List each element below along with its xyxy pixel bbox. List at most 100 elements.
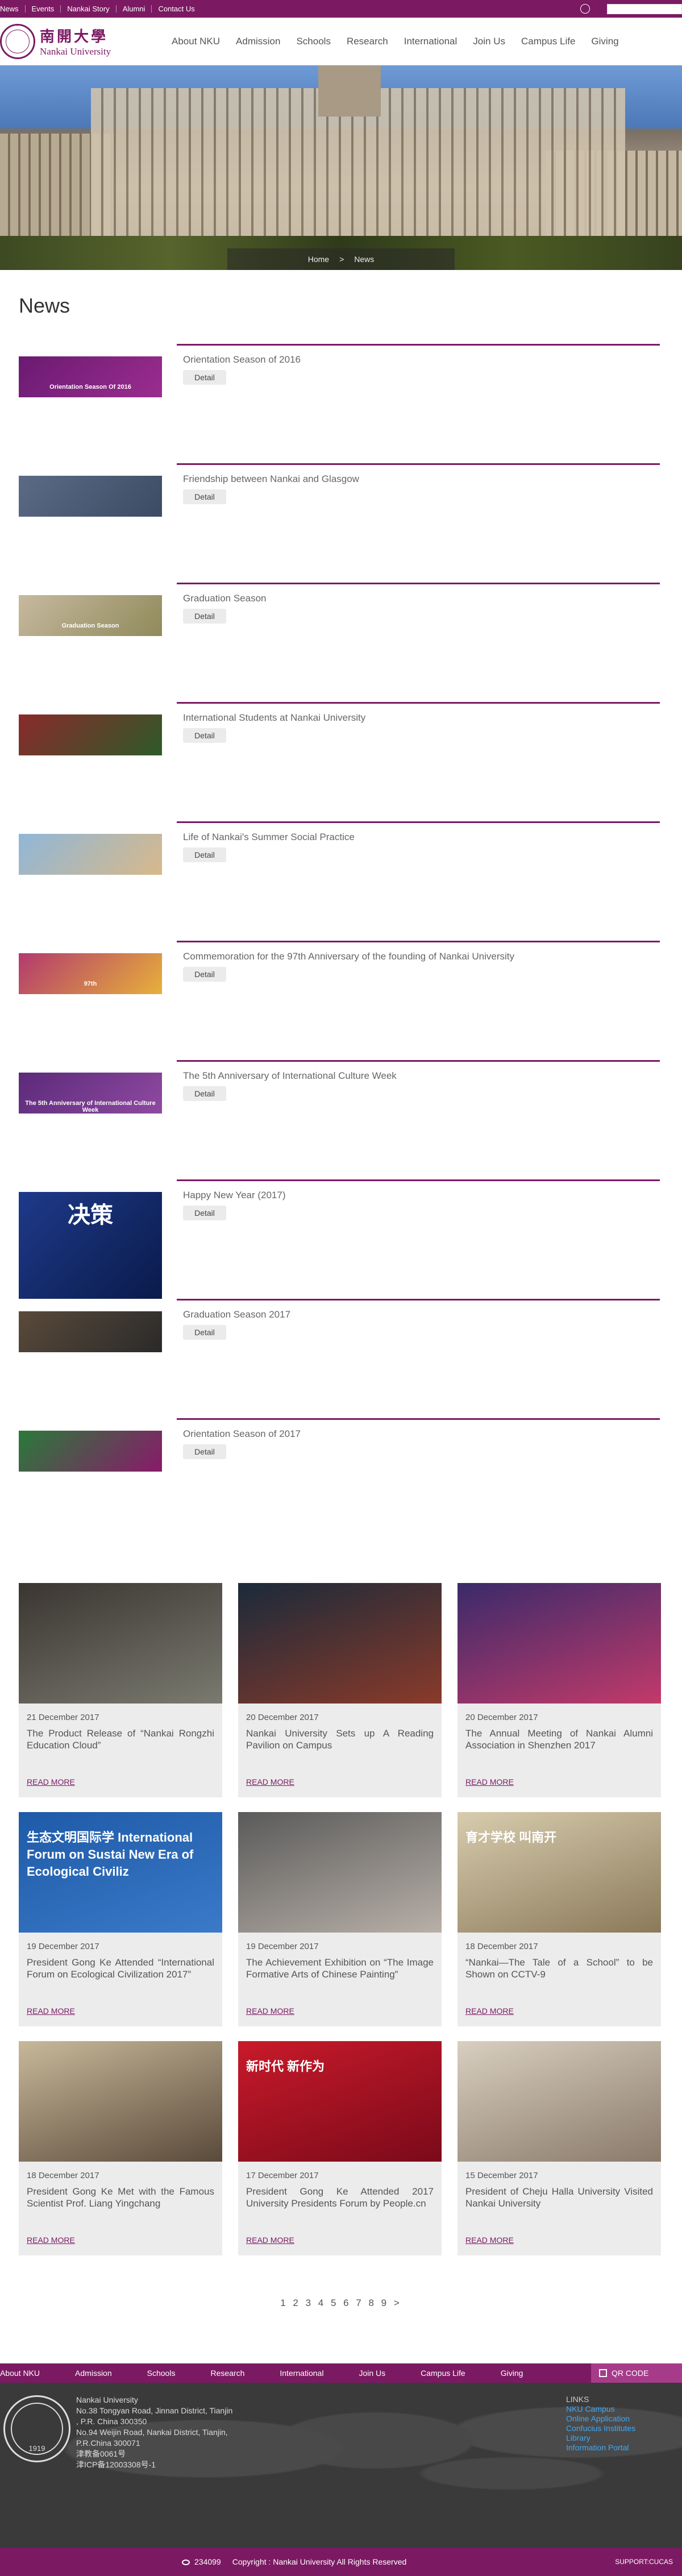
news-title[interactable]: Graduation Season 2017 <box>183 1309 290 1320</box>
news-thumbnail[interactable]: 决策 <box>19 1192 162 1299</box>
footer-nav-research[interactable]: Research <box>210 2369 244 2378</box>
news-card-image[interactable] <box>238 1812 442 1933</box>
footer-nav-about-nku[interactable]: About NKU <box>0 2369 40 2378</box>
news-card-title[interactable]: The Product Release of “Nankai Rongzhi E… <box>27 1727 214 1751</box>
news-card-title[interactable]: “Nankai—The Tale of a School” to be Show… <box>465 1956 653 1980</box>
footer-nav-join-us[interactable]: Join Us <box>359 2369 385 2378</box>
pagination[interactable]: 1 2 3 4 5 6 7 8 9 > <box>0 2297 682 2309</box>
search-input[interactable] <box>607 3 682 14</box>
news-title[interactable]: Graduation Season <box>183 593 267 604</box>
read-more-link[interactable]: READ MORE <box>246 2006 294 2016</box>
detail-button[interactable]: Detail <box>183 967 226 982</box>
main-nav: About NKU Admission Schools Research Int… <box>164 36 627 47</box>
news-card-title[interactable]: Nankai University Sets up A Reading Pavi… <box>246 1727 434 1751</box>
link-online-application[interactable]: Online Application <box>566 2414 635 2424</box>
logo[interactable]: 南開大學 Nankai University <box>0 23 159 59</box>
footer-nav-international[interactable]: International <box>280 2369 323 2378</box>
news-card-date: 20 December 2017 <box>246 1713 319 1722</box>
detail-button[interactable]: Detail <box>183 1206 226 1220</box>
breadcrumb-home[interactable]: Home <box>308 255 329 264</box>
detail-button[interactable]: Detail <box>183 728 226 743</box>
detail-button[interactable]: Detail <box>183 1444 226 1459</box>
link-nku-campus[interactable]: NKU Campus <box>566 2404 635 2414</box>
read-more-link[interactable]: READ MORE <box>465 2006 514 2016</box>
news-thumbnail[interactable]: The 5th Anniversary of International Cul… <box>19 1073 162 1114</box>
footer-nav-campus-life[interactable]: Campus Life <box>421 2369 465 2378</box>
news-thumbnail[interactable]: 97th <box>19 953 162 994</box>
news-card: 21 December 2017 The Product Release of “… <box>19 1583 222 1797</box>
news-card-title[interactable]: President Gong Ke Attended “Internationa… <box>27 1956 214 1980</box>
globe-icon[interactable] <box>580 4 590 14</box>
top-link-events[interactable]: Events <box>26 5 61 13</box>
news-title[interactable]: The 5th Anniversary of International Cul… <box>183 1070 397 1082</box>
detail-button[interactable]: Detail <box>183 489 226 504</box>
detail-button[interactable]: Detail <box>183 1086 226 1101</box>
qr-code-button[interactable]: QR CODE <box>591 2363 682 2383</box>
nav-about-nku[interactable]: About NKU <box>164 36 228 47</box>
news-title[interactable]: Life of Nankai's Summer Social Practice <box>183 832 355 843</box>
link-library[interactable]: Library <box>566 2433 635 2443</box>
news-card-grid: 21 December 2017 The Product Release of “… <box>19 1583 682 2255</box>
news-title[interactable]: Friendship between Nankai and Glasgow <box>183 473 359 485</box>
news-card-title[interactable]: President Gong Ke Attended 2017 Universi… <box>246 2186 434 2209</box>
read-more-link[interactable]: READ MORE <box>27 1777 75 1786</box>
news-card-image[interactable] <box>238 1583 442 1704</box>
link-information-portal[interactable]: Information Portal <box>566 2443 635 2453</box>
detail-button[interactable]: Detail <box>183 1325 226 1340</box>
link-confucius-institutes[interactable]: Confucius Institutes <box>566 2424 635 2433</box>
detail-button[interactable]: Detail <box>183 609 226 624</box>
news-card-image[interactable]: 育才学校 叫南开 <box>458 1812 661 1933</box>
news-divider <box>177 1179 660 1181</box>
read-more-link[interactable]: READ MORE <box>465 1777 514 1786</box>
news-thumbnail[interactable] <box>19 1431 162 1472</box>
top-link-alumni[interactable]: Alumni <box>117 5 152 13</box>
detail-button[interactable]: Detail <box>183 370 226 385</box>
nav-international[interactable]: International <box>396 36 465 47</box>
news-thumbnail-caption: 决策 <box>68 1203 113 1228</box>
top-link-news[interactable]: News <box>0 5 26 13</box>
news-title[interactable]: Commemoration for the 97th Anniversary o… <box>183 951 514 962</box>
nav-join-us[interactable]: Join Us <box>465 36 513 47</box>
support-text[interactable]: SUPPORT:CUCAS <box>615 2558 673 2566</box>
footer-nav-schools[interactable]: Schools <box>147 2369 176 2378</box>
nav-campus-life[interactable]: Campus Life <box>513 36 583 47</box>
read-more-link[interactable]: READ MORE <box>27 2236 75 2245</box>
news-card: 18 December 2017 President Gong Ke Met wi… <box>19 2041 222 2255</box>
nav-admission[interactable]: Admission <box>228 36 288 47</box>
news-title[interactable]: International Students at Nankai Univers… <box>183 712 365 724</box>
news-thumbnail[interactable]: Orientation Season Of 2016 <box>19 356 162 397</box>
read-more-link[interactable]: READ MORE <box>246 2236 294 2245</box>
news-thumbnail[interactable]: Graduation Season <box>19 595 162 636</box>
news-title[interactable]: Orientation Season of 2017 <box>183 1428 301 1440</box>
news-card: 15 December 2017 President of Cheju Halla… <box>458 2041 661 2255</box>
news-card-image[interactable] <box>458 1583 661 1704</box>
news-title[interactable]: Happy New Year (2017) <box>183 1190 286 1201</box>
news-card-title[interactable]: President Gong Ke Met with the Famous Sc… <box>27 2186 214 2209</box>
nav-giving[interactable]: Giving <box>583 36 626 47</box>
top-link-contact-us[interactable]: Contact Us <box>152 5 201 13</box>
nav-research[interactable]: Research <box>339 36 396 47</box>
news-card-title[interactable]: President of Cheju Halla University Visi… <box>465 2186 653 2209</box>
footer-nav-giving[interactable]: Giving <box>501 2369 523 2378</box>
news-card-image[interactable]: 新时代 新作为 <box>238 2041 442 2162</box>
detail-button[interactable]: Detail <box>183 847 226 862</box>
top-link-nankai-story[interactable]: Nankai Story <box>61 5 117 13</box>
news-thumbnail[interactable] <box>19 1311 162 1352</box>
news-thumbnail[interactable] <box>19 714 162 755</box>
news-title[interactable]: Orientation Season of 2016 <box>183 354 301 365</box>
news-card-title[interactable]: The Annual Meeting of Nankai Alumni Asso… <box>465 1727 653 1751</box>
news-card: 19 December 2017 The Achievement Exhibiti… <box>238 1812 442 2026</box>
read-more-link[interactable]: READ MORE <box>27 2006 75 2016</box>
news-thumbnail[interactable] <box>19 834 162 875</box>
footer-nav-admission[interactable]: Admission <box>75 2369 112 2378</box>
news-card-image[interactable] <box>19 1583 222 1704</box>
read-more-link[interactable]: READ MORE <box>246 1777 294 1786</box>
news-card-image[interactable] <box>19 2041 222 2162</box>
nav-schools[interactable]: Schools <box>288 36 338 47</box>
news-card-image[interactable] <box>458 2041 661 2162</box>
news-list-item: The 5th Anniversary of International Cul… <box>0 1060 682 1179</box>
news-card-title[interactable]: The Achievement Exhibition on “The Image… <box>246 1956 434 1980</box>
news-thumbnail[interactable] <box>19 476 162 517</box>
read-more-link[interactable]: READ MORE <box>465 2236 514 2245</box>
news-card-image[interactable]: 生态文明国际学 International Forum on Sustai Ne… <box>19 1812 222 1933</box>
